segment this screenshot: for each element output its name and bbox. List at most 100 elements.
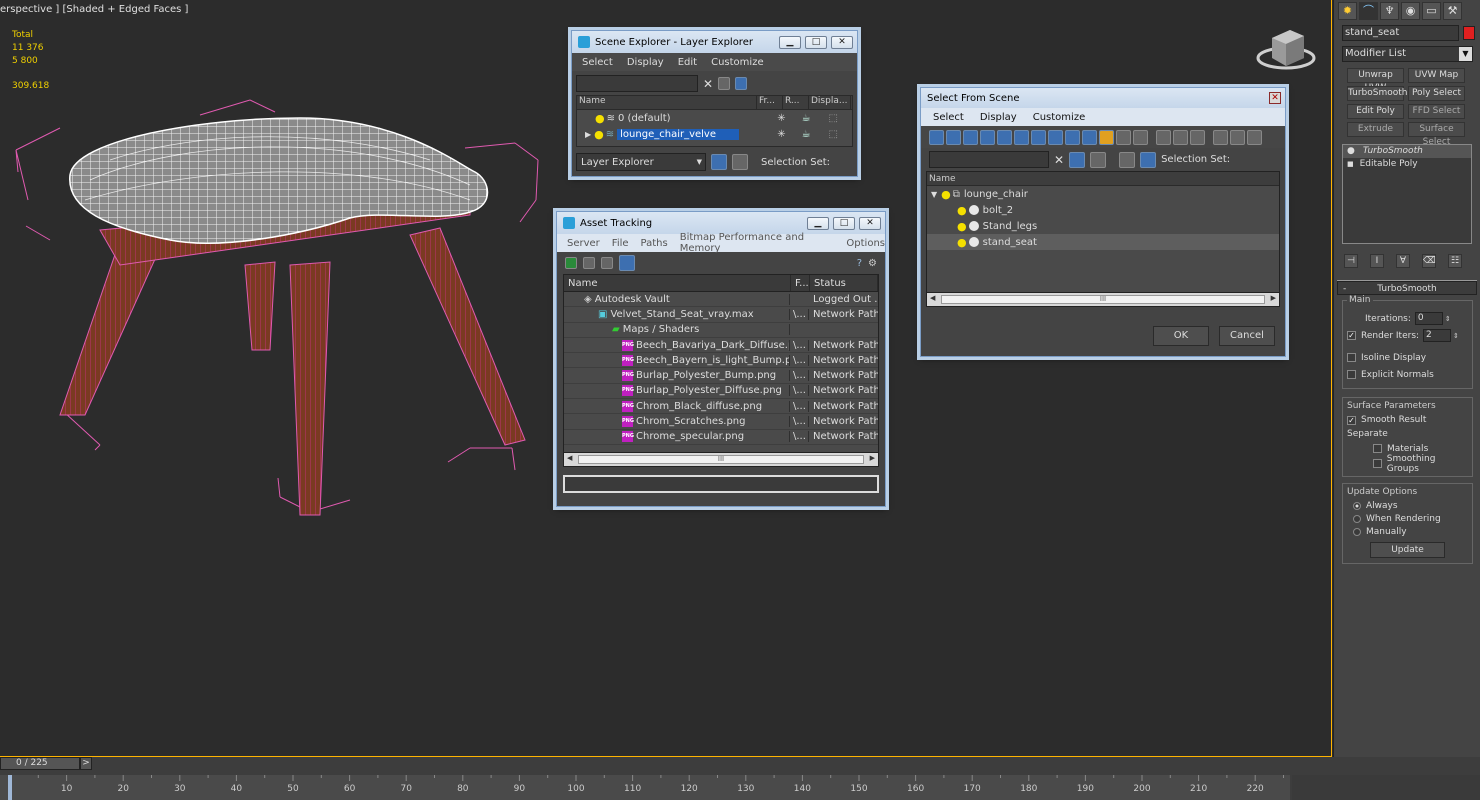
col-name[interactable]: Name xyxy=(564,275,791,291)
display-box-icon[interactable]: ⬚ xyxy=(829,129,838,140)
refresh-icon[interactable] xyxy=(565,257,577,269)
time-slider[interactable]: 0 / 225 xyxy=(0,757,80,770)
isoline-display-checkbox[interactable] xyxy=(1347,353,1356,362)
show-end-result-icon[interactable]: I xyxy=(1370,254,1384,268)
close-button[interactable]: ✕ xyxy=(831,35,853,49)
hierarchy-tab-icon[interactable]: ♆ xyxy=(1380,2,1399,20)
horizontal-scrollbar[interactable]: ◀ III ▶ xyxy=(564,452,878,466)
configure-sets-icon[interactable]: ☷ xyxy=(1448,254,1462,268)
unwrap-uvw-button[interactable]: Unwrap UVW xyxy=(1347,68,1404,93)
pin-stack-icon[interactable]: ⊣ xyxy=(1344,254,1358,268)
scroll-thumb[interactable]: III xyxy=(941,295,1265,304)
asset-tracking-titlebar[interactable]: Asset Tracking ▁ □ ✕ xyxy=(557,212,885,234)
layers-icon[interactable] xyxy=(1090,151,1107,168)
modifier-list-dropdown[interactable]: Modifier List ▼ xyxy=(1342,46,1473,62)
poly-select-button[interactable]: Poly Select xyxy=(1408,86,1465,101)
xref-filter-icon[interactable] xyxy=(1048,129,1063,145)
collapse-arrow-icon[interactable]: ▼ xyxy=(931,190,937,199)
menu-options[interactable]: Options xyxy=(846,238,885,249)
hierarchy-icon[interactable] xyxy=(1140,151,1157,168)
display-tab-icon[interactable]: ▭ xyxy=(1422,2,1441,20)
maximize-button[interactable]: □ xyxy=(805,35,827,49)
settings-icon[interactable]: ⚙ xyxy=(868,258,877,269)
menu-customize[interactable]: Customize xyxy=(711,57,764,68)
motion-tab-icon[interactable]: ◉ xyxy=(1401,2,1420,20)
select-all-icon[interactable] xyxy=(1156,129,1171,145)
render-iters-spinner[interactable]: 2 xyxy=(1423,329,1452,342)
camera-filter-icon[interactable] xyxy=(980,129,995,145)
bulb-icon[interactable]: ● xyxy=(957,220,967,233)
table-row[interactable]: ◈ Autodesk Vault Logged Out ... xyxy=(564,292,878,308)
expand-arrow-icon[interactable]: ▶ xyxy=(585,130,591,139)
columns-icon[interactable] xyxy=(1247,129,1262,145)
menu-paths[interactable]: Paths xyxy=(641,238,668,249)
smooth-result-checkbox[interactable]: ✓ xyxy=(1347,415,1356,425)
horizontal-scrollbar[interactable]: ◀ III ▶ xyxy=(927,292,1279,306)
maximize-button[interactable]: □ xyxy=(833,216,855,230)
object-name-field[interactable]: stand_seat xyxy=(1342,25,1459,41)
ok-button[interactable]: OK xyxy=(1153,326,1209,346)
grid-view-icon[interactable] xyxy=(619,255,635,271)
col-freeze[interactable]: Fr... xyxy=(757,96,783,109)
bulb-icon[interactable]: ● xyxy=(594,128,604,141)
light-filter-icon[interactable] xyxy=(963,129,978,145)
table-row[interactable]: PNG Chrom_Black_diffuse.png \... Network … xyxy=(564,399,878,415)
select-none-icon[interactable] xyxy=(1173,129,1188,145)
menu-select[interactable]: Select xyxy=(933,112,964,123)
table-row[interactable]: ▣ Velvet_Stand_Seat_vray.max \... Network… xyxy=(564,307,878,323)
table-row[interactable]: PNG Chrom_Scratches.png \... Network Path xyxy=(564,414,878,430)
col-name[interactable]: Name xyxy=(927,172,1279,186)
next-frame-button[interactable]: > xyxy=(80,757,92,770)
layer-row[interactable]: ● ≋ 0 (default) ✳ ☕ ⬚ xyxy=(577,110,852,126)
layers-toggle-icon[interactable] xyxy=(711,154,727,170)
group-filter-icon[interactable] xyxy=(1031,129,1046,145)
close-button[interactable]: ✕ xyxy=(1269,92,1281,104)
list-item[interactable]: ● bolt_2 xyxy=(927,202,1279,218)
close-button[interactable]: ✕ xyxy=(859,216,881,230)
when-rendering-radio[interactable] xyxy=(1353,514,1361,523)
bulb-icon[interactable]: ● xyxy=(941,188,951,201)
layer-mode-icon[interactable] xyxy=(1119,151,1136,168)
list-view-icon[interactable] xyxy=(583,257,595,269)
shape-filter-icon[interactable] xyxy=(946,129,961,145)
list-item[interactable]: ▼ ● ⧉ lounge_chair xyxy=(927,186,1279,202)
table-row[interactable]: PNG Chrome_specular.png \... Network Path xyxy=(564,430,878,445)
edit-poly-button[interactable]: Edit Poly xyxy=(1347,104,1404,119)
table-row[interactable]: ▰ Maps / Shaders xyxy=(564,323,878,338)
remove-modifier-icon[interactable]: ⌫ xyxy=(1422,254,1436,268)
scroll-left-icon[interactable]: ◀ xyxy=(567,454,572,462)
explorer-type-dropdown[interactable]: Layer Explorer ▼ xyxy=(576,153,706,171)
stack-item-editable-poly[interactable]: ■ Editable Poly xyxy=(1343,158,1471,171)
scroll-right-icon[interactable]: ▶ xyxy=(1271,294,1276,302)
always-radio[interactable] xyxy=(1353,501,1361,510)
rollout-header[interactable]: - TurboSmooth xyxy=(1337,281,1477,295)
display-all-icon[interactable] xyxy=(1133,129,1148,145)
asset-status-field[interactable] xyxy=(563,475,879,493)
menu-display[interactable]: Display xyxy=(627,57,664,68)
hidden-filter-icon[interactable] xyxy=(1116,129,1131,145)
table-row[interactable]: PNG Burlap_Polyester_Diffuse.png \... Net… xyxy=(564,384,878,400)
col-status[interactable]: Status xyxy=(810,275,878,291)
menu-display[interactable]: Display xyxy=(980,112,1017,123)
col-name[interactable]: Name xyxy=(577,96,757,109)
table-row[interactable]: PNG Beech_Bavariya_Dark_Diffuse.png \... … xyxy=(564,338,878,354)
menu-select[interactable]: Select xyxy=(582,57,613,68)
image-view-icon[interactable] xyxy=(601,257,613,269)
time-cursor[interactable] xyxy=(8,775,12,800)
layer-row[interactable]: ▶ ● ≋ lounge_chair_velve ✳ ☕ ⬚ xyxy=(577,126,852,142)
menu-server[interactable]: Server xyxy=(567,238,600,249)
freeze-icon[interactable]: ✳ xyxy=(777,113,785,124)
hierarchy-icon[interactable] xyxy=(732,154,748,170)
scroll-left-icon[interactable]: ◀ xyxy=(930,294,935,302)
iterations-spinner[interactable]: 0 xyxy=(1414,312,1443,325)
layer-tool-icon[interactable] xyxy=(735,77,748,90)
spinner-arrows-icon[interactable]: ⇕ xyxy=(1453,332,1459,340)
stack-item-turbosmooth[interactable]: ● TurboSmooth xyxy=(1343,145,1471,158)
materials-checkbox[interactable] xyxy=(1373,444,1382,453)
frozen-filter-icon[interactable] xyxy=(1099,129,1114,145)
cancel-button[interactable]: Cancel xyxy=(1219,326,1275,346)
clear-search-icon[interactable]: ✕ xyxy=(1054,153,1064,167)
geometry-filter-icon[interactable] xyxy=(929,129,944,145)
col-full-path[interactable]: F... xyxy=(791,275,810,291)
freeze-icon[interactable]: ✳ xyxy=(777,129,785,140)
